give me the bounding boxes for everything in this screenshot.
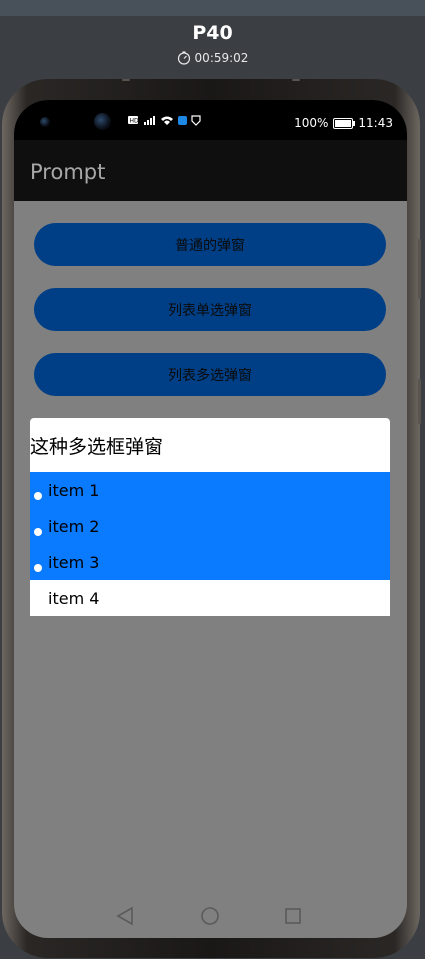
selected-dot-icon <box>34 528 42 536</box>
recents-icon[interactable] <box>285 908 301 924</box>
timer-icon <box>177 51 191 65</box>
multi-choice-dialog-button[interactable]: 列表多选弹窗 <box>34 353 386 396</box>
session-timer: 00:59:02 <box>0 51 425 65</box>
clock: 11:43 <box>358 116 393 130</box>
selected-dot-icon <box>34 492 42 500</box>
device-name: P40 <box>192 22 233 44</box>
list-item[interactable]: item 2 <box>30 508 390 544</box>
top-mic <box>122 79 130 81</box>
top-sensor <box>292 79 300 81</box>
volume-button <box>418 379 421 424</box>
status-right: 100% 11:43 <box>294 116 393 130</box>
phone-screen: HD 100% 11:43 Prompt 普通的弹窗 列表单选弹窗 列表多选弹窗… <box>14 100 407 938</box>
front-camera-main-icon <box>94 113 111 130</box>
dialog-title: 这种多选框弹窗 <box>30 436 164 458</box>
battery-icon <box>333 117 356 129</box>
normal-dialog-button[interactable]: 普通的弹窗 <box>34 223 386 266</box>
page-title: Prompt <box>30 160 106 184</box>
single-choice-dialog-button[interactable]: 列表单选弹窗 <box>34 288 386 331</box>
status-bar: HD 100% 11:43 <box>14 100 407 140</box>
front-camera-icon <box>40 117 50 127</box>
svg-text:HD: HD <box>130 118 140 125</box>
app-bar: Prompt <box>14 140 407 201</box>
signal-wifi-icons: HD <box>128 115 201 126</box>
list-item-label: item 4 <box>48 588 100 608</box>
emulator-topbar <box>0 0 425 16</box>
list-item[interactable]: item 4 <box>30 580 390 616</box>
list-item[interactable]: item 1 <box>30 472 390 508</box>
navigation-bar <box>14 898 407 938</box>
battery-percent: 100% <box>294 116 329 130</box>
power-button <box>418 239 421 299</box>
back-icon[interactable] <box>116 906 133 926</box>
list-item-label: item 1 <box>48 480 100 500</box>
timer-value: 00:59:02 <box>194 51 249 65</box>
list-item[interactable]: item 3 <box>30 544 390 580</box>
list-item-label: item 2 <box>48 516 100 536</box>
home-icon[interactable] <box>201 907 219 925</box>
list-item-label: item 3 <box>48 552 100 572</box>
multi-choice-dialog: 这种多选框弹窗 item 1 item 2 item 3 item 4 <box>30 418 390 616</box>
selected-dot-icon <box>34 564 42 572</box>
status-icons: HD <box>128 114 208 126</box>
